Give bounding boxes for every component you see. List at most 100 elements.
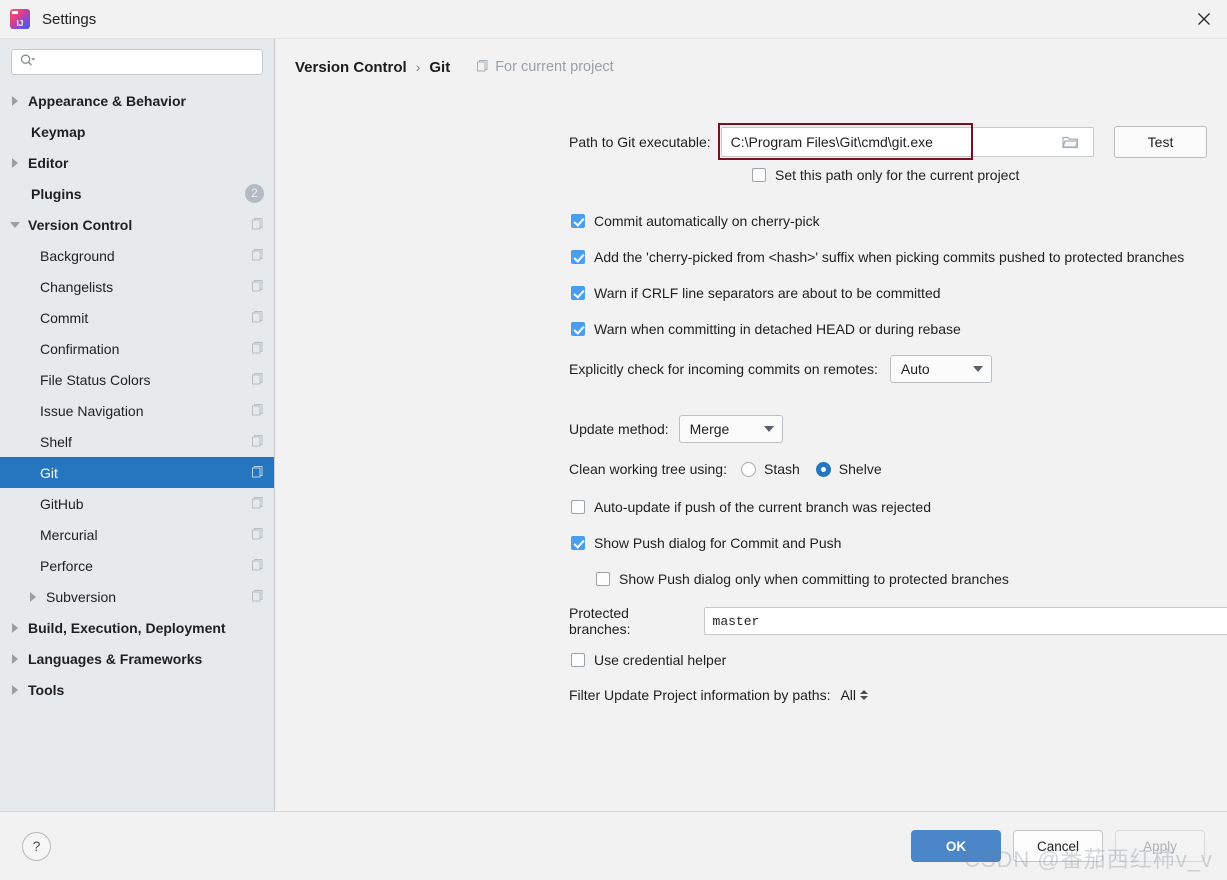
path-to-git-row: Path to Git executable: C:\Program Files… [569, 127, 1207, 157]
shelve-radio[interactable] [816, 462, 831, 477]
show-push-dialog-label: Show Push dialog for Commit and Push [594, 535, 841, 551]
sidebar-item-editor[interactable]: Editor [0, 147, 274, 178]
add-cherry-picked-suffix-row[interactable]: Add the 'cherry-picked from <hash>' suff… [571, 249, 1184, 265]
project-scope-icon [251, 527, 264, 543]
filter-update-paths-value: All [840, 687, 856, 703]
use-credential-helper-row[interactable]: Use credential helper [571, 652, 726, 668]
chevron-right-icon[interactable] [9, 683, 22, 696]
spinner-arrows-icon[interactable] [860, 690, 868, 700]
set-path-only-current-project-checkbox[interactable] [752, 168, 766, 182]
sidebar-item-shelf[interactable]: Shelf [0, 426, 274, 457]
sidebar-item-label: Git [40, 465, 58, 481]
incoming-commits-select[interactable]: Auto [890, 355, 992, 383]
dialog-body: Appearance & Behavior Keymap Editor Plug… [0, 38, 1227, 811]
warn-detached-head-checkbox[interactable] [571, 322, 585, 336]
sidebar-item-perforce[interactable]: Perforce [0, 550, 274, 581]
sidebar-item-appearance-behavior[interactable]: Appearance & Behavior [0, 85, 274, 116]
sidebar-item-label: Languages & Frameworks [28, 651, 202, 667]
search-box[interactable] [11, 49, 263, 75]
plugins-update-badge: 2 [245, 184, 264, 203]
project-scope-icon [251, 279, 264, 295]
window-title: Settings [42, 11, 96, 28]
warn-crlf-row[interactable]: Warn if CRLF line separators are about t… [571, 285, 941, 301]
sidebar-item-mercurial[interactable]: Mercurial [0, 519, 274, 550]
ok-button[interactable]: OK [911, 830, 1001, 862]
chevron-down-icon[interactable] [9, 218, 22, 231]
protected-branches-row: Protected branches: master [569, 605, 1227, 637]
apply-button[interactable]: Apply [1115, 830, 1205, 862]
sidebar-item-label: Shelf [40, 434, 72, 450]
path-to-git-label: Path to Git executable: [569, 134, 711, 150]
help-icon[interactable]: ? [22, 832, 51, 861]
show-push-dialog-checkbox[interactable] [571, 536, 585, 550]
cancel-button[interactable]: Cancel [1013, 830, 1103, 862]
protected-branches-label: Protected branches: [569, 605, 694, 637]
sidebar-item-tools[interactable]: Tools [0, 674, 274, 705]
show-push-dialog-protected-checkbox[interactable] [596, 572, 610, 586]
sidebar-item-label: Appearance & Behavior [28, 93, 186, 109]
sidebar-item-label: Version Control [28, 217, 132, 233]
project-scope-icon [251, 310, 264, 326]
breadcrumb-parent[interactable]: Version Control [295, 59, 407, 76]
warn-crlf-checkbox[interactable] [571, 286, 585, 300]
warn-detached-head-row[interactable]: Warn when committing in detached HEAD or… [571, 321, 961, 337]
sidebar-item-confirmation[interactable]: Confirmation [0, 333, 274, 364]
protected-branches-input[interactable]: master [704, 607, 1227, 635]
sidebar-item-label: Changelists [40, 279, 113, 295]
project-scope-icon [251, 465, 264, 481]
auto-update-checkbox[interactable] [571, 500, 585, 514]
add-cherry-picked-suffix-checkbox[interactable] [571, 250, 585, 264]
project-scope-icon [251, 217, 264, 233]
sidebar-item-build-execution-deployment[interactable]: Build, Execution, Deployment [0, 612, 274, 643]
sidebar-item-file-status-colors[interactable]: File Status Colors [0, 364, 274, 395]
chevron-right-icon[interactable] [9, 156, 22, 169]
sidebar-item-keymap[interactable]: Keymap [0, 116, 274, 147]
auto-update-row[interactable]: Auto-update if push of the current branc… [571, 499, 931, 515]
sidebar-item-plugins[interactable]: Plugins 2 [0, 178, 274, 209]
sidebar-item-label: Confirmation [40, 341, 119, 357]
clean-working-tree-option-shelve[interactable]: Shelve [816, 461, 882, 477]
settings-tree: Appearance & Behavior Keymap Editor Plug… [0, 83, 274, 811]
sidebar-item-subversion[interactable]: Subversion [0, 581, 274, 612]
sidebar-item-commit[interactable]: Commit [0, 302, 274, 333]
stash-radio[interactable] [741, 462, 756, 477]
title-bar: Settings [0, 0, 1227, 38]
project-scope-icon [251, 341, 264, 357]
project-scope-icon [251, 434, 264, 450]
folder-icon[interactable] [1056, 135, 1084, 149]
commit-automatically-cherry-pick-label: Commit automatically on cherry-pick [594, 213, 820, 229]
scope-note: For current project [476, 59, 613, 76]
close-icon[interactable] [1181, 0, 1227, 38]
chevron-right-icon[interactable] [9, 621, 22, 634]
sidebar-item-github[interactable]: GitHub [0, 488, 274, 519]
project-scope-icon [476, 59, 489, 76]
update-method-select[interactable]: Merge [679, 415, 783, 443]
project-scope-icon [251, 496, 264, 512]
set-path-only-current-project-row[interactable]: Set this path only for the current proje… [752, 167, 1019, 183]
warn-crlf-label: Warn if CRLF line separators are about t… [594, 285, 941, 301]
path-to-git-input[interactable]: C:\Program Files\Git\cmd\git.exe [721, 127, 1094, 157]
settings-dialog: Settings [0, 0, 1227, 880]
sidebar-item-background[interactable]: Background [0, 240, 274, 271]
sidebar-item-issue-navigation[interactable]: Issue Navigation [0, 395, 274, 426]
chevron-right-icon[interactable] [27, 590, 40, 603]
sidebar-item-label: Subversion [46, 589, 116, 605]
commit-automatically-cherry-pick-row[interactable]: Commit automatically on cherry-pick [571, 213, 820, 229]
show-push-dialog-row[interactable]: Show Push dialog for Commit and Push [571, 535, 841, 551]
sidebar-item-label: Issue Navigation [40, 403, 144, 419]
test-button[interactable]: Test [1114, 126, 1207, 158]
sidebar-item-changelists[interactable]: Changelists [0, 271, 274, 302]
sidebar-item-label: Build, Execution, Deployment [28, 620, 226, 636]
sidebar-item-version-control[interactable]: Version Control [0, 209, 274, 240]
project-scope-icon [251, 558, 264, 574]
chevron-right-icon[interactable] [9, 94, 22, 107]
filter-update-paths-spinner[interactable]: All [840, 687, 868, 703]
commit-automatically-cherry-pick-checkbox[interactable] [571, 214, 585, 228]
show-push-dialog-protected-row[interactable]: Show Push dialog only when committing to… [596, 571, 1009, 587]
chevron-right-icon[interactable] [9, 652, 22, 665]
search-input[interactable] [40, 54, 256, 71]
sidebar-item-git[interactable]: Git [0, 457, 274, 488]
sidebar-item-languages-frameworks[interactable]: Languages & Frameworks [0, 643, 274, 674]
clean-working-tree-option-stash[interactable]: Stash [741, 461, 800, 477]
use-credential-helper-checkbox[interactable] [571, 653, 585, 667]
